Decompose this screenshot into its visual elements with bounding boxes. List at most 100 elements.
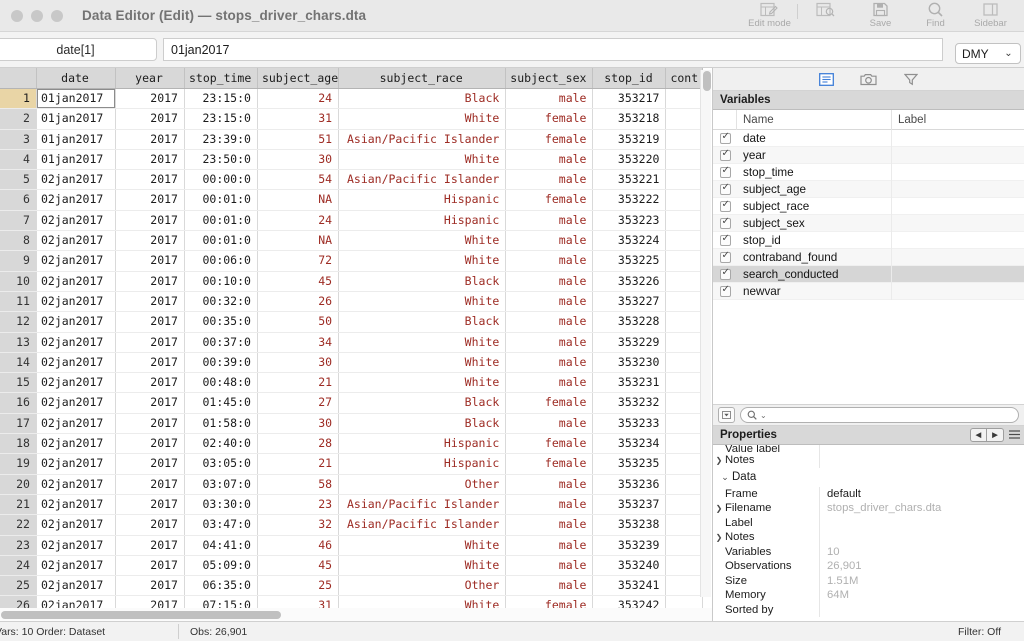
cell-subject-age[interactable]: 23 [257,494,340,516]
column-header-subject-race[interactable]: subject_race [338,68,507,89]
cell-year[interactable]: 2017 [115,271,185,292]
variable-name[interactable]: subject_age [737,180,892,198]
cell-subject-sex[interactable]: male [505,352,594,374]
cell-subject-sex[interactable]: male [505,149,594,171]
variables-list[interactable]: dateyearstop_timesubject_agesubject_race… [713,130,1024,404]
table-row[interactable]: 18 02jan2017 2017 02:40:0 28 Hispanic female 35… [0,433,703,455]
list-item[interactable]: subject_sex [713,214,1024,232]
cell-date[interactable]: 02jan2017 [36,514,117,536]
property-row[interactable]: Frame default [713,486,1024,501]
row-number-cell[interactable]: 23 [0,535,37,556]
cell-stop-id[interactable]: 353229 [592,332,667,353]
close-button[interactable] [11,9,23,22]
cell-stop-time[interactable]: 02:40:0 [184,433,258,455]
cell-year[interactable]: 2017 [115,311,185,333]
variable-checkbox[interactable] [713,250,737,263]
list-item[interactable]: stop_time [713,163,1024,181]
property-row[interactable]: Observations 26,901 [713,559,1024,574]
grid-horizontal-scrollbar-thumb[interactable] [1,611,281,619]
cell-date[interactable]: 02jan2017 [36,271,117,292]
cell-subject-age[interactable]: 31 [257,108,340,130]
cell-stop-time[interactable]: 00:01:0 [184,230,258,252]
table-row[interactable]: 5 02jan2017 2017 00:00:0 54 Asian/Pacific Isl… [0,169,703,191]
filter-button[interactable] [901,71,921,87]
column-header-date[interactable]: date [36,68,117,89]
cell-subject-sex[interactable]: male [505,169,594,191]
property-row[interactable]: ❯ Filename stops_driver_chars.dta [713,501,1024,516]
list-item[interactable]: subject_age [713,180,1024,198]
properties-list[interactable]: Value label ❯ Notes ⌄ Data Frame default ❯ Filen… [713,445,1024,630]
variable-name[interactable]: date [737,130,892,147]
cell-stop-id[interactable]: 353227 [592,291,667,313]
cell-date[interactable]: 02jan2017 [36,413,117,435]
cell-year[interactable]: 2017 [115,392,185,414]
cell-subject-sex[interactable]: male [505,514,594,536]
cell-contraband-found[interactable] [665,575,703,597]
cell-contraband-found[interactable] [665,210,703,232]
properties-back-button[interactable]: ◀ [970,428,987,442]
cell-subject-race[interactable]: White [338,332,507,353]
variable-name[interactable]: subject_sex [737,214,892,232]
filter-dropdown-button[interactable] [718,407,735,423]
row-number-cell[interactable]: 3 [0,129,37,150]
cell-subject-sex[interactable]: male [505,271,594,292]
cell-date[interactable]: 02jan2017 [36,453,117,475]
properties-navigation[interactable]: ◀ ▶ [970,428,1004,442]
cell-stop-id[interactable]: 353220 [592,149,667,171]
row-number-cell[interactable]: 5 [0,169,37,191]
cell-subject-age[interactable]: 21 [257,453,340,475]
cell-date[interactable]: 02jan2017 [36,535,117,556]
cell-date[interactable]: 02jan2017 [36,189,117,211]
table-row[interactable]: 12 02jan2017 2017 00:35:0 50 Black male 353228 [0,311,703,333]
row-number-cell[interactable]: 4 [0,149,37,171]
list-item[interactable]: year [713,146,1024,164]
cell-subject-race[interactable]: Other [338,575,507,597]
variable-checkbox[interactable] [713,165,737,178]
cell-stop-id[interactable]: 353234 [592,433,667,455]
cell-stop-time[interactable]: 01:58:0 [184,413,258,435]
cell-subject-age[interactable]: 54 [257,169,340,191]
table-row[interactable]: 11 02jan2017 2017 00:32:0 26 White male 353227 [0,291,703,313]
cell-subject-race[interactable]: White [338,230,507,252]
cell-contraband-found[interactable] [665,129,703,150]
cell-stop-id[interactable]: 353232 [592,392,667,414]
cell-value-input[interactable]: 01jan2017 [163,38,943,61]
cell-subject-race[interactable]: Black [338,271,507,292]
column-header-year[interactable]: year [115,68,185,89]
snapshot-button[interactable] [859,71,879,87]
cell-contraband-found[interactable] [665,250,703,272]
save-button[interactable]: Save [853,0,908,32]
cell-year[interactable]: 2017 [115,535,185,556]
properties-toggle-button[interactable] [817,71,837,87]
cell-stop-id[interactable]: 353222 [592,189,667,211]
cell-contraband-found[interactable] [665,108,703,130]
table-row[interactable]: 8 02jan2017 2017 00:01:0 NA White male 353224 [0,230,703,252]
cell-stop-time[interactable]: 23:15:0 [184,108,258,130]
grid-vertical-scrollbar[interactable] [700,70,711,597]
cell-year[interactable]: 2017 [115,250,185,272]
cell-stop-id[interactable]: 353236 [592,474,667,495]
property-value[interactable]: 64M [820,589,1024,601]
cell-year[interactable]: 2017 [115,149,185,171]
cell-stop-time[interactable]: 03:05:0 [184,453,258,475]
cell-stop-id[interactable]: 353235 [592,453,667,475]
chevron-down-icon[interactable]: ⌄ [718,472,732,483]
row-number-cell[interactable]: 16 [0,392,37,414]
list-item[interactable]: date [713,130,1024,147]
variable-checkbox[interactable] [713,284,737,297]
cell-year[interactable]: 2017 [115,514,185,536]
cell-subject-age[interactable]: 30 [257,149,340,171]
cell-stop-id[interactable]: 353230 [592,352,667,374]
maximize-button[interactable] [51,9,63,22]
variables-search-input[interactable]: ⌄ [740,407,1019,423]
column-header-subject-age[interactable]: subject_age [257,68,340,89]
cell-reference-box[interactable]: date[1] [0,38,157,61]
cell-contraband-found[interactable] [665,189,703,211]
row-number-cell[interactable]: 10 [0,271,37,292]
property-value[interactable]: 1.51M [820,575,1024,587]
row-number-cell[interactable]: 7 [0,210,37,232]
cell-date[interactable]: 02jan2017 [36,575,117,597]
cell-subject-race[interactable]: Black [338,88,507,110]
table-row[interactable]: 23 02jan2017 2017 04:41:0 46 White male 353239 [0,535,703,556]
variable-name[interactable]: year [737,146,892,164]
